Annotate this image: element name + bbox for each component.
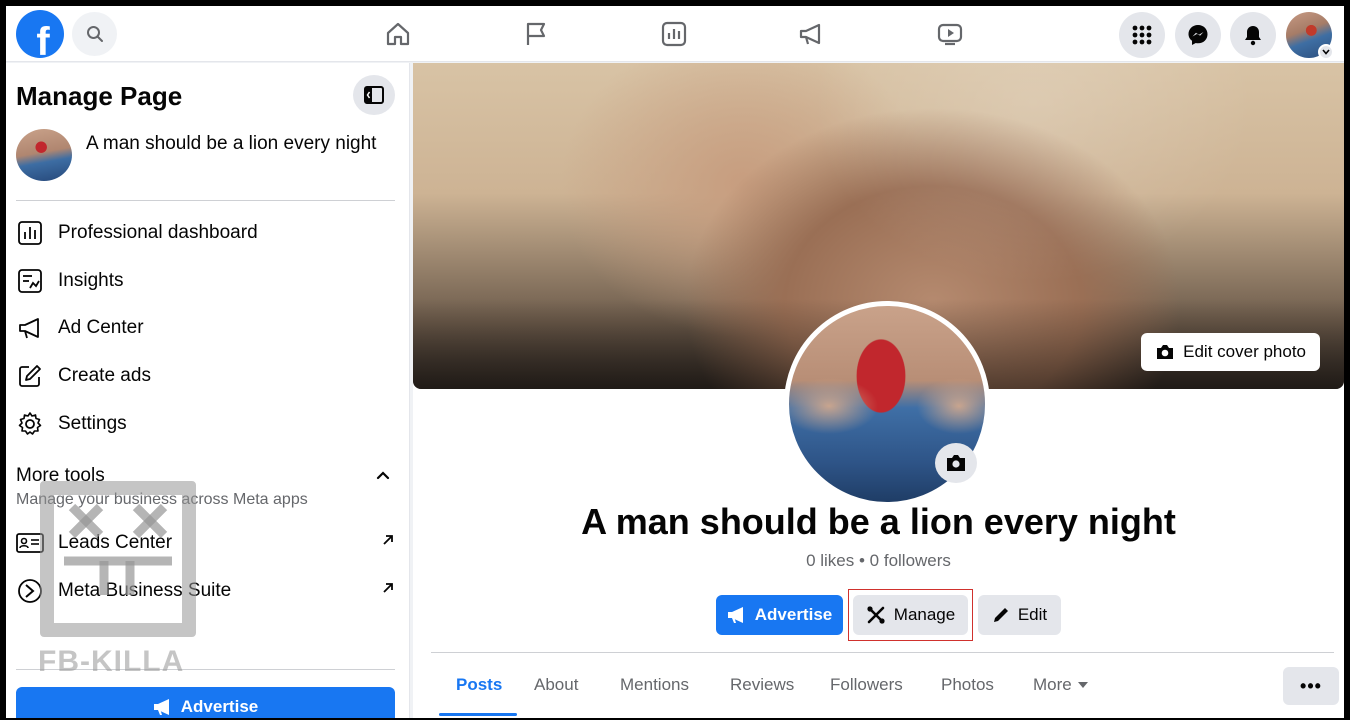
camera-icon — [947, 455, 965, 471]
app-frame: f Manage Page A man should be a lion eve… — [6, 6, 1344, 718]
external-link-icon — [382, 533, 394, 551]
external-link-icon — [382, 581, 394, 599]
chevron-up-icon[interactable] — [376, 467, 390, 485]
manage-button-label: Manage — [893, 605, 956, 624]
more-tools-subtitle: Manage your business across Meta apps — [16, 491, 308, 508]
sidebar-item-ad-center[interactable]: Ad Center — [16, 306, 396, 350]
sidebar-item-label: Settings — [58, 413, 127, 434]
tab-posts[interactable]: Posts — [456, 665, 502, 705]
sidebar-item-meta-business-suite[interactable]: Meta Business Suite — [16, 569, 396, 613]
divider — [16, 200, 395, 201]
edit-cover-photo-button[interactable]: Edit cover photo — [1141, 333, 1320, 371]
menu-grid-icon — [1132, 25, 1152, 45]
sidebar-item-label: Create ads — [58, 365, 151, 386]
sidebar-item-create-ads[interactable]: Create ads — [16, 354, 396, 398]
chevron-down-icon — [1318, 44, 1334, 60]
megaphone-icon — [799, 23, 821, 45]
facebook-logo[interactable]: f — [16, 10, 64, 58]
nav-video-button[interactable] — [934, 18, 966, 50]
sidebar-item-label: Meta Business Suite — [58, 580, 232, 601]
megaphone-icon — [16, 314, 44, 342]
pencil-icon — [993, 608, 1008, 622]
tab-about[interactable]: About — [534, 665, 578, 705]
edit-button-label: Edit — [1017, 605, 1048, 624]
flag-icon — [526, 22, 546, 45]
sidebar-item-label: Insights — [58, 270, 124, 291]
sidebar-item-label: Professional dashboard — [58, 222, 258, 243]
tab-followers[interactable]: Followers — [830, 665, 903, 705]
tools-icon — [867, 606, 885, 624]
home-icon — [386, 22, 410, 46]
gear-icon — [16, 410, 44, 438]
more-options-button[interactable]: ••• — [1283, 667, 1339, 705]
nav-home-button[interactable] — [382, 18, 414, 50]
meta-business-icon — [16, 577, 44, 605]
active-tab-indicator — [439, 713, 517, 716]
advertise-label: Advertise — [180, 697, 259, 716]
manage-button[interactable]: Manage — [853, 595, 968, 635]
id-card-icon — [16, 529, 44, 557]
dashboard-icon — [16, 219, 44, 247]
page-avatar — [16, 129, 72, 181]
messenger-button[interactable] — [1175, 12, 1221, 58]
sidebar-item-label: Leads Center — [58, 532, 173, 553]
manage-page-sidebar: Manage Page A man should be a lion every… — [6, 63, 410, 718]
sidebar-item-leads-center[interactable]: Leads Center — [16, 521, 396, 565]
nav-ads-button[interactable] — [796, 18, 828, 50]
video-icon — [937, 23, 963, 46]
nav-pages-button[interactable] — [520, 18, 552, 50]
divider — [16, 669, 395, 670]
tab-more-label: More — [1033, 675, 1072, 694]
page-title: A man should be a lion every night — [581, 501, 1176, 542]
sidebar-toggle-icon — [364, 86, 384, 104]
sidebar-item-professional-dashboard[interactable]: Professional dashboard — [16, 211, 396, 255]
messenger-icon — [1188, 25, 1208, 45]
megaphone-icon — [153, 699, 169, 715]
edit-icon — [16, 362, 44, 390]
sidebar-item-insights[interactable]: Insights — [16, 259, 396, 303]
tab-mentions[interactable]: Mentions — [620, 665, 689, 705]
tab-more[interactable]: More — [1033, 665, 1088, 705]
menu-button[interactable] — [1119, 12, 1165, 58]
bell-icon — [1245, 26, 1261, 46]
sidebar-page-name: A man should be a lion every night — [86, 133, 377, 154]
divider — [431, 652, 1334, 653]
sidebar-advertise-button[interactable]: Advertise — [16, 687, 395, 718]
page-main-content: Edit cover photo A man should be a lion … — [413, 63, 1344, 718]
top-navigation-bar: f — [6, 6, 1344, 62]
notifications-button[interactable] — [1230, 12, 1276, 58]
sidebar-item-label: Ad Center — [58, 317, 144, 338]
megaphone-icon — [727, 607, 743, 623]
search-icon — [86, 26, 103, 42]
tab-photos[interactable]: Photos — [941, 665, 994, 705]
edit-cover-label: Edit cover photo — [1183, 342, 1306, 361]
chart-icon — [661, 21, 687, 47]
advertise-button[interactable]: Advertise — [716, 595, 843, 635]
advertise-button-label: Advertise — [754, 605, 833, 624]
nav-dashboard-button[interactable] — [658, 18, 690, 50]
page-stats: 0 likes • 0 followers — [806, 551, 951, 570]
sidebar-item-settings[interactable]: Settings — [16, 402, 396, 446]
caret-down-icon — [1077, 682, 1088, 688]
collapse-sidebar-button[interactable] — [353, 75, 395, 115]
insights-icon — [16, 267, 44, 295]
tab-reviews[interactable]: Reviews — [730, 665, 794, 705]
sidebar-page-switcher[interactable]: A man should be a lion every night — [16, 125, 396, 185]
camera-icon — [1157, 345, 1174, 359]
edit-button[interactable]: Edit — [978, 595, 1061, 635]
watermark-text: FB-KILLA — [38, 645, 185, 678]
sidebar-title: Manage Page — [16, 81, 183, 111]
account-avatar[interactable] — [1286, 12, 1334, 60]
update-profile-picture-button[interactable] — [935, 443, 977, 483]
search-button[interactable] — [72, 12, 117, 56]
more-tools-title: More tools — [16, 465, 105, 486]
